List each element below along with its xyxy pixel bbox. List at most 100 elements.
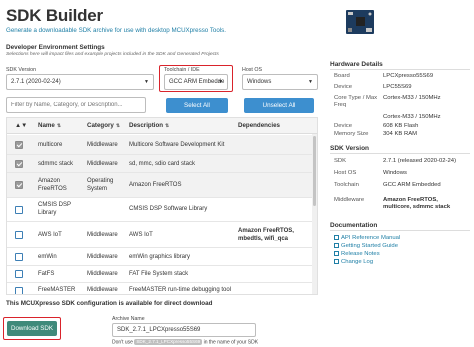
memory-device-value: 608 KB Flash xyxy=(383,123,419,129)
host-os-label: Host OS xyxy=(242,67,263,73)
row-description: Multicore Software Development Kit xyxy=(129,142,225,148)
row-name: multicore xyxy=(38,142,63,148)
column-name[interactable]: Name ⇅ xyxy=(38,118,61,134)
document-icon xyxy=(334,243,339,248)
table-row[interactable]: multicore Middleware Multicore Software … xyxy=(7,135,317,155)
row-name: emWin xyxy=(38,254,57,260)
main-panel: SDK Builder Generate a downloadable SDK … xyxy=(0,0,318,347)
sort-icon: ⇅ xyxy=(115,123,121,129)
divider xyxy=(330,230,470,231)
document-icon xyxy=(334,251,339,256)
doc-link-change-log[interactable]: Change Log xyxy=(334,259,373,265)
download-sdk-button[interactable]: Download SDK xyxy=(7,321,57,336)
archive-name-input[interactable]: SDK_2.7.1_LPCXpresso55S69 xyxy=(112,323,256,337)
toolchain-label: Toolchain / IDE xyxy=(164,67,200,73)
table-row[interactable]: emWin Middleware emWin graphics library xyxy=(7,248,317,266)
divider xyxy=(330,69,470,70)
row-dependencies: Amazon FreeRTOS, mbedtls, wifi_qca xyxy=(238,228,294,242)
row-name: FatFS xyxy=(38,271,55,277)
doc-link-getting-started[interactable]: Getting Started Guide xyxy=(334,243,398,249)
table-row[interactable]: FreeMASTER Middleware FreeMASTER run-tim… xyxy=(7,283,317,294)
table-row[interactable]: sdmmc stack Middleware sd, mmc, sdio car… xyxy=(7,155,317,173)
host-os-value: Windows xyxy=(247,79,272,85)
row-category: Middleware xyxy=(87,142,118,148)
document-icon xyxy=(334,235,339,240)
column-category[interactable]: Category ⇅ xyxy=(87,118,120,134)
row-description: FreeMASTER run-time debugging tool xyxy=(129,287,232,293)
row-description: sd, mmc, sdio card stack xyxy=(129,161,196,167)
device-key: Device xyxy=(334,84,353,90)
chevron-down-icon: ▼ xyxy=(144,79,149,85)
details-panel: Hardware Details Board LPCXpresso55S69 D… xyxy=(324,0,474,347)
table-row[interactable]: AWS IoT Middleware AWS IoT Amazon FreeRT… xyxy=(7,222,317,248)
row-category: Middleware xyxy=(87,254,118,260)
middleware-table: ▲▼ Name ⇅ Category ⇅ Description ⇅ Dependen… xyxy=(6,117,318,295)
row-checkbox[interactable] xyxy=(15,141,23,149)
row-name: Amazon FreeRTOS xyxy=(38,178,67,192)
page-title: SDK Builder xyxy=(6,6,103,25)
archive-name-hint: Don't use SDK_2.7.1_LPCXpresso55S69 in t… xyxy=(112,339,259,346)
board-key: Board xyxy=(334,73,350,79)
row-checkbox[interactable] xyxy=(15,231,23,239)
row-name: sdmmc stack xyxy=(38,161,74,167)
row-category: Middleware xyxy=(87,232,118,238)
column-dependencies[interactable]: Dependencies xyxy=(238,118,280,134)
row-category: Middleware xyxy=(87,271,118,277)
sdk-key: SDK xyxy=(334,158,347,164)
doc-link-api-reference[interactable]: API Reference Manual xyxy=(334,235,400,241)
memory-size-value: 304 KB RAM xyxy=(383,131,418,137)
table-row[interactable]: CMSIS DSP Library CMSIS DSP Software Lib… xyxy=(7,198,317,222)
table-row[interactable]: Amazon FreeRTOS Operating System Amazon … xyxy=(7,173,317,198)
sort-icon[interactable]: ▲▼ xyxy=(15,118,27,134)
row-name: CMSIS DSP Library xyxy=(38,202,71,216)
row-checkbox[interactable] xyxy=(15,206,23,214)
row-checkbox[interactable] xyxy=(15,181,23,189)
column-description[interactable]: Description ⇅ xyxy=(129,118,169,134)
memory-size-key: Memory Size xyxy=(334,131,369,137)
select-all-button[interactable]: Select All xyxy=(166,98,228,113)
core-value: Cortex-M33 / 150MHz xyxy=(383,95,441,101)
scrollbar-thumb[interactable] xyxy=(313,136,316,206)
documentation-heading: Documentation xyxy=(330,222,378,229)
divider xyxy=(330,153,470,154)
core-value-2: Cortex-M33 / 150MHz xyxy=(383,114,441,120)
table-scrollbar[interactable] xyxy=(312,134,317,294)
doc-link-release-notes[interactable]: Release Notes xyxy=(334,251,380,257)
archive-name-label: Archive Name xyxy=(112,316,145,322)
sort-icon: ⇅ xyxy=(56,123,62,129)
sort-icon: ⇅ xyxy=(165,123,170,129)
host-os-value: Windows xyxy=(383,170,407,176)
row-name: FreeMASTER xyxy=(38,287,76,293)
document-icon xyxy=(334,259,339,264)
sdk-version-value: 2.7.1 (2020-02-24) xyxy=(11,79,61,85)
toolchain-select[interactable]: GCC ARM Embedde ▼ xyxy=(164,74,228,90)
board-image xyxy=(346,10,374,34)
sdk-version-select[interactable]: 2.7.1 (2020-02-24) ▼ xyxy=(6,74,154,90)
host-os-key: Host OS xyxy=(334,170,357,176)
row-checkbox[interactable] xyxy=(15,287,23,294)
page-subtitle: Generate a downloadable SDK archive for … xyxy=(6,27,226,34)
filter-input[interactable] xyxy=(6,97,146,113)
dev-env-heading: Developer Environment Settings xyxy=(6,44,105,51)
sdk-version-label: SDK Version xyxy=(6,67,37,73)
row-description: FAT File System stack xyxy=(129,271,189,277)
table-row[interactable]: FatFS Middleware FAT File System stack xyxy=(7,266,317,283)
core-key: Core Type / Max Freq xyxy=(334,95,378,108)
sdk-version-heading: SDK Version xyxy=(330,145,370,152)
row-checkbox[interactable] xyxy=(15,270,23,278)
dev-env-note: Selections here will impact files and ex… xyxy=(6,52,219,57)
toolchain-value: GCC ARM Embedded xyxy=(383,182,441,188)
row-description: AWS IoT xyxy=(129,232,153,238)
row-checkbox[interactable] xyxy=(15,253,23,261)
availability-note: This MCUXpresso SDK configuration is ava… xyxy=(6,300,213,307)
board-value: LPCXpresso55S69 xyxy=(383,73,434,79)
middleware-key: Middleware xyxy=(334,197,365,203)
chevron-down-icon: ▼ xyxy=(218,79,223,85)
unselect-all-button[interactable]: Unselect All xyxy=(244,98,314,113)
row-checkbox[interactable] xyxy=(15,160,23,168)
device-value: LPC55S69 xyxy=(383,84,412,90)
hardware-heading: Hardware Details xyxy=(330,61,383,68)
host-os-select[interactable]: Windows ▼ xyxy=(242,74,318,90)
row-category: Middleware xyxy=(87,161,118,167)
row-name: AWS IoT xyxy=(38,232,62,238)
